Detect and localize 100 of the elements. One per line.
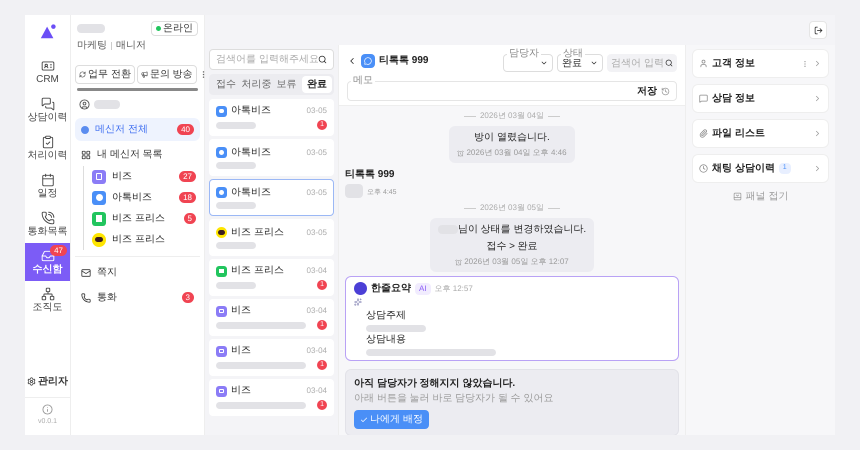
admin-button[interactable]: 관리자 (25, 374, 70, 388)
menu-item[interactable]: 쪽지 (75, 261, 200, 284)
chevron-right-icon (813, 94, 822, 103)
channel-item[interactable]: 아톡비즈 18 (83, 187, 200, 208)
channel-item[interactable]: 비즈 프리스 (83, 229, 200, 250)
ai-badge: AI (415, 282, 431, 294)
megaphone-icon (140, 71, 148, 78)
nav-icon (40, 249, 54, 263)
channel-icon (216, 187, 227, 198)
date-divider: 2026년 03월 05일 (480, 202, 544, 214)
count-badge: 40 (177, 124, 194, 135)
status-tab[interactable]: 처리중 (241, 76, 272, 93)
nav-icon (40, 135, 54, 149)
count-badge: 18 (179, 192, 196, 203)
channel-item[interactable]: 비즈 27 (83, 166, 200, 187)
settings-icon (27, 376, 36, 386)
date-text: 03-04 (306, 385, 327, 397)
time-text: 2026년 03월 05일 오후 12:07 (464, 256, 569, 268)
status-tab[interactable]: 보류 (272, 76, 302, 93)
menu-item[interactable]: 메신저 전체 40 (75, 118, 200, 141)
message-search-field[interactable]: 검색어 입력 (607, 54, 677, 72)
chat-title: 티톡톡 999 (379, 54, 430, 68)
channel-name: 비즈 (231, 306, 252, 316)
section-label: 상담내용 (366, 333, 407, 347)
nav-icon (40, 211, 54, 225)
detail-section[interactable]: 상담 정보 (692, 84, 829, 113)
status-change-text: 접수 > 완료 (486, 240, 538, 254)
menu-item[interactable]: 내 메신저 목록 (75, 143, 200, 166)
channel-name: 아톡비즈 (231, 148, 272, 158)
search-icon (318, 55, 327, 64)
channel-name: 비즈 프리스 (231, 228, 285, 238)
nav-item[interactable]: 수신함 47 (25, 243, 70, 281)
logout-button[interactable] (809, 21, 827, 39)
redacted-block (216, 202, 256, 208)
count-badge: 47 (50, 245, 67, 256)
menu-item[interactable]: 통화 3 (75, 286, 200, 309)
status-tab[interactable]: 완료 (302, 76, 332, 93)
nav-item[interactable]: 처리이력 (25, 129, 70, 167)
detail-section[interactable]: 고객 정보 (692, 49, 829, 78)
chevron-right-icon (813, 164, 822, 173)
channel-icon (216, 306, 227, 316)
chevron-right-icon (813, 59, 822, 68)
status-tab[interactable]: 접수 (211, 76, 242, 93)
channel-name: 아톡비즈 (231, 188, 272, 198)
redacted-block (366, 325, 426, 332)
section-icon (699, 94, 708, 103)
channel-name: 비즈 (231, 386, 252, 396)
nav-icon (40, 97, 54, 111)
nav-item[interactable]: 일정 (25, 167, 70, 205)
channel-name: 비즈 프리스 (231, 266, 285, 276)
channel-item[interactable]: 비즈 프리스 5 (83, 208, 200, 229)
user-icon (79, 99, 90, 110)
section-icon (699, 164, 708, 173)
info-icon (42, 404, 53, 414)
redacted-block (77, 24, 105, 33)
chat-icon (364, 56, 372, 64)
nav-item[interactable]: 상담이력 (25, 91, 70, 129)
logo-icon[interactable] (38, 23, 56, 41)
channel-icon (216, 386, 227, 396)
history-icon[interactable] (661, 86, 670, 96)
redacted-block (216, 282, 256, 288)
nav-item[interactable]: 조직도 (25, 281, 70, 319)
logout-icon (814, 26, 822, 34)
system-text: 님이 상태를 변경하였습니다. (458, 223, 586, 237)
date-text: 03-04 (306, 265, 327, 277)
date-text: 03-05 (306, 146, 327, 158)
date-text: 03-05 (306, 186, 327, 198)
nav-item[interactable]: CRM (25, 53, 70, 91)
save-button[interactable]: 저장 (637, 84, 657, 98)
count-badge: 27 (179, 171, 196, 182)
conversation-item[interactable]: 아톡비즈 03-05 (209, 179, 334, 216)
action-button[interactable]: 업무 전환 (75, 65, 135, 84)
status-badge: 온라인 (151, 21, 198, 36)
redacted-block (216, 122, 256, 128)
search-icon (665, 59, 673, 67)
check-icon (360, 416, 368, 424)
chevron-down-icon (540, 59, 548, 67)
system-text: 방이 열렸습니다. (474, 131, 550, 145)
redacted-block (94, 100, 120, 109)
assign-hint: 아래 버튼을 눌러 바로 담당자가 될 수 있어요 (354, 392, 554, 406)
channel-name: 아톡비즈 (231, 106, 272, 116)
date-text: 03-04 (306, 305, 327, 317)
panel-icon (732, 192, 742, 201)
conversation-item[interactable]: 비즈 프리스 03-05 (209, 219, 334, 256)
count-badge: 3 (182, 292, 194, 303)
redacted-block (216, 242, 256, 248)
channel-icon (216, 106, 227, 116)
nav-icon (40, 173, 54, 187)
search-field[interactable]: 검색어를 입력해주세요 (209, 49, 334, 70)
channel-icon (216, 346, 227, 356)
menu-icon (81, 150, 91, 160)
redacted-block (216, 162, 256, 168)
detail-section[interactable]: 파일 리스트 (692, 119, 829, 148)
menu-icon (81, 268, 91, 278)
action-button[interactable]: 문의 방송 (136, 65, 197, 84)
role-text: 매니저 (116, 39, 146, 53)
nav-item[interactable]: 통화목록 (25, 205, 70, 243)
conversation-item[interactable]: 아톡비즈 03-05 (209, 139, 334, 176)
chevron-right-icon (813, 129, 822, 138)
channel-icon (216, 147, 227, 158)
